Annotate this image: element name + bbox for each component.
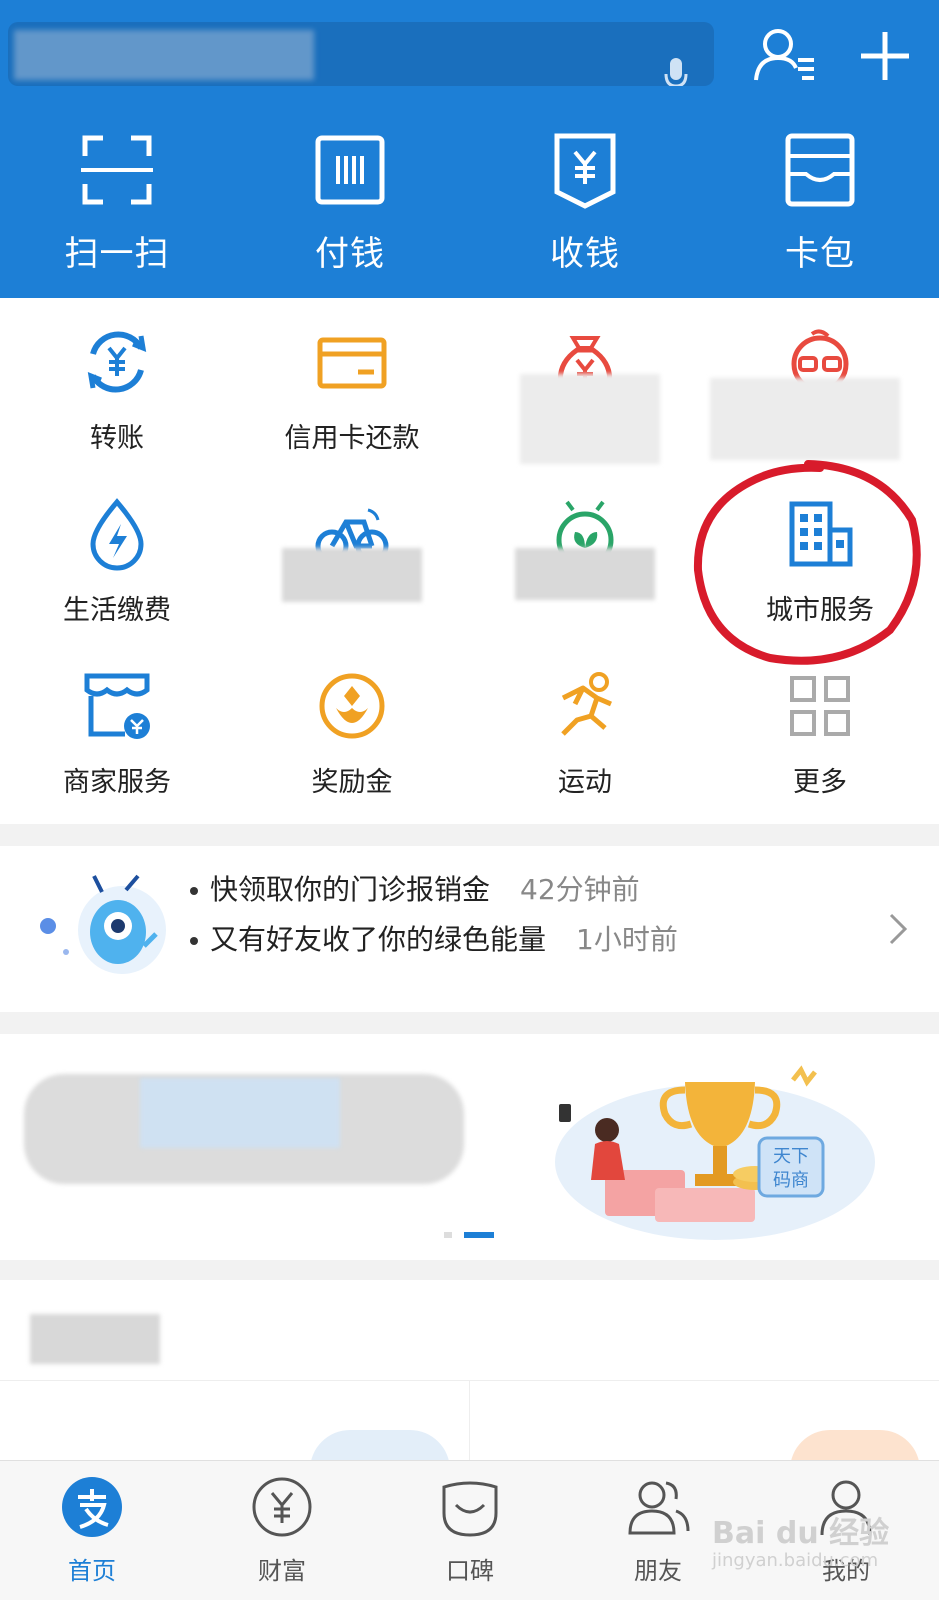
friends-icon: [628, 1481, 690, 1535]
credit-card-label: 信用卡还款: [284, 423, 420, 454]
scan-label: 扫一扫: [64, 234, 170, 274]
trophy-illustration: 天下 码商: [555, 1065, 875, 1240]
blurred-label-2: [710, 378, 900, 460]
grid-item-merchant[interactable]: 商家服务: [2, 642, 232, 812]
grid-more-icon: [790, 676, 850, 736]
plus-icon[interactable]: [857, 28, 913, 84]
utility-label: 生活缴费: [63, 595, 171, 626]
quick-action-pay[interactable]: 付钱: [250, 130, 450, 280]
tab-wealth[interactable]: 财富: [212, 1475, 352, 1595]
banner-badge-line1: 天下: [773, 1146, 809, 1167]
app-grid: 转账 信用卡还款 生活缴费 城市服务 商家服务 奖励金 运动 更多: [0, 298, 939, 824]
reward-label: 奖励金: [311, 767, 393, 798]
blurred-label-3: [282, 548, 422, 602]
grid-item-sports[interactable]: 运动: [470, 642, 700, 812]
transfer-icon: [87, 331, 147, 393]
notice-panel[interactable]: 快领取你的门诊报销金 42分钟前 又有好友收了你的绿色能量 1小时前: [0, 846, 939, 1012]
blurred-label-4: [515, 548, 655, 600]
koubei-icon: [442, 1481, 498, 1537]
carousel-dot-active[interactable]: [464, 1232, 494, 1238]
recommend-section: [0, 1280, 939, 1470]
wealth-icon: [252, 1477, 312, 1537]
cards-label: 卡包: [785, 234, 855, 274]
grid-item-transfer[interactable]: 转账: [2, 298, 232, 468]
watermark-line1: Bai du 经验: [712, 1516, 890, 1551]
merchant-shop-icon: [84, 673, 150, 739]
card-wallet-icon: [785, 133, 855, 207]
quick-action-receive[interactable]: 收钱: [485, 130, 685, 280]
tab-wealth-label: 财富: [258, 1557, 306, 1585]
quick-action-scan[interactable]: 扫一扫: [17, 130, 217, 280]
blurred-section-title: [30, 1314, 160, 1364]
tab-koubei-label: 口碑: [446, 1557, 494, 1585]
grid-item-reward[interactable]: 奖励金: [237, 642, 467, 812]
tab-friends[interactable]: 朋友: [588, 1475, 728, 1595]
blurred-label-1: [520, 374, 660, 464]
credit-card-icon: [317, 337, 387, 389]
transfer-label: 转账: [90, 423, 144, 454]
search-bar[interactable]: [8, 22, 714, 86]
tab-koubei[interactable]: 口碑: [400, 1475, 540, 1595]
promo-banner[interactable]: 天下 码商: [0, 1034, 939, 1260]
notice-text: 快领取你的门诊报销金: [210, 873, 491, 906]
top-header: 扫一扫 付钱 收钱 卡包: [0, 0, 939, 298]
receive-label: 收钱: [550, 234, 620, 274]
grid-item-credit-card[interactable]: 信用卡还款: [237, 298, 467, 468]
pay-label: 付钱: [315, 234, 385, 274]
notice-item[interactable]: 快领取你的门诊报销金 42分钟前: [190, 868, 640, 908]
tab-home-label: 首页: [68, 1557, 116, 1585]
app-screen: 扫一扫 付钱 收钱 卡包 转账 信用卡还款 生活缴费 城市服务 商家服务 奖励金…: [0, 0, 939, 1600]
quick-action-cards[interactable]: 卡包: [720, 130, 920, 280]
tab-friends-label: 朋友: [634, 1557, 682, 1585]
notice-time: 1小时前: [576, 923, 678, 956]
notice-item[interactable]: 又有好友收了你的绿色能量 1小时前: [190, 918, 678, 958]
annotation-circle: [693, 460, 921, 665]
chevron-right-icon[interactable]: [888, 912, 908, 946]
scan-icon: [81, 135, 153, 205]
grid-item-utility[interactable]: 生活缴费: [2, 470, 232, 640]
merchant-label: 商家服务: [63, 767, 171, 798]
utility-drop-icon: [90, 498, 144, 571]
watermark-line2: jingyan.baidu.com: [712, 1550, 879, 1571]
blurred-banner-title-highlight: [140, 1078, 340, 1148]
notice-text: 又有好友收了你的绿色能量: [210, 923, 547, 956]
carousel-dot[interactable]: [444, 1232, 452, 1238]
notice-time: 42分钟前: [520, 873, 640, 906]
more-label: 更多: [793, 767, 847, 798]
running-icon: [561, 672, 612, 736]
ant-mascot-icon: [40, 874, 166, 974]
tab-home[interactable]: 首页: [22, 1475, 162, 1595]
section-column-divider: [469, 1380, 470, 1460]
alipay-logo-icon: [62, 1477, 122, 1537]
barcode-pay-icon: [315, 135, 385, 205]
receive-money-icon: [554, 133, 616, 209]
reward-icon: [319, 673, 385, 739]
sports-label: 运动: [558, 767, 612, 798]
contacts-icon[interactable]: [752, 26, 818, 84]
banner-badge-line2: 码商: [773, 1170, 809, 1191]
mic-icon[interactable]: [663, 56, 689, 86]
